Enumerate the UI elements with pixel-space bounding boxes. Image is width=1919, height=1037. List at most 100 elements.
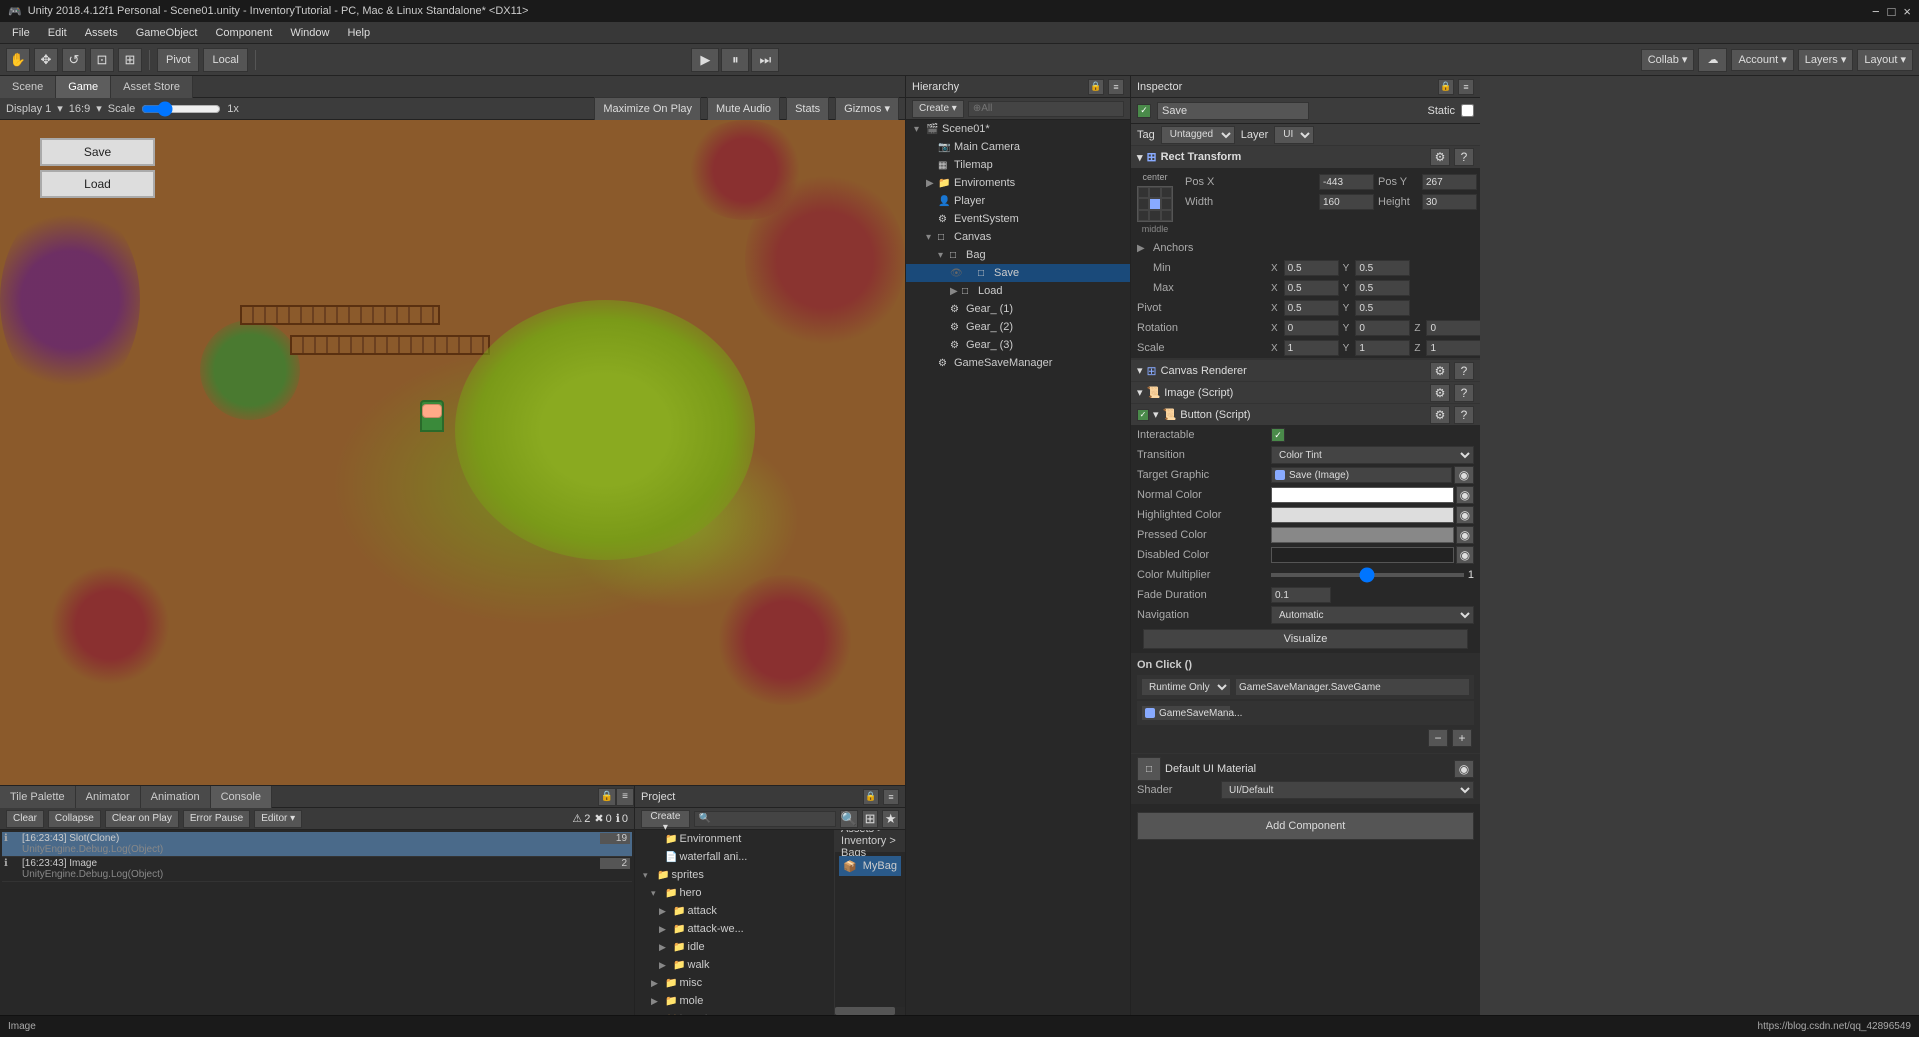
proj-item-walk[interactable]: ▶ 📁 walk [635,956,834,974]
proj-item-hero[interactable]: ▾ 📁 hero [635,884,834,902]
disabled-color-picker[interactable]: ◉ [1456,546,1474,564]
clear-btn[interactable]: Clear [6,810,44,828]
menu-window[interactable]: Window [282,25,337,41]
rotate-tool-btn[interactable]: ↺ [62,48,86,72]
layer-dropdown[interactable]: UI [1274,126,1314,144]
scale-tool-btn[interactable]: ⊡ [90,48,114,72]
anchor-max-y[interactable]: 0.5 [1355,280,1410,296]
hier-player[interactable]: 👤 Player [906,192,1130,210]
image-script-settings[interactable]: ⚙ [1430,384,1450,402]
hier-save[interactable]: 👁 □ Save [906,264,1130,282]
tab-animation[interactable]: Animation [141,786,211,808]
hier-gamesavemanager[interactable]: ⚙ GameSaveManager [906,354,1130,372]
tab-tile-palette[interactable]: Tile Palette [0,786,76,808]
disabled-color-swatch[interactable] [1271,547,1454,563]
hier-gear1[interactable]: ⚙ Gear_ (1) [906,300,1130,318]
pressed-color-picker[interactable]: ◉ [1456,526,1474,544]
play-button[interactable]: ▶ [691,48,719,72]
move-tool-btn[interactable]: ✥ [34,48,58,72]
interactable-checkbox[interactable]: ✓ [1271,428,1285,442]
inspector-lock-btn[interactable]: 🔒 [1438,79,1454,95]
rt-posy[interactable]: 267 [1422,174,1477,190]
project-search-icon-btn[interactable]: 🔍 [840,810,858,828]
menu-edit[interactable]: Edit [40,25,75,41]
canvas-renderer-header[interactable]: ▾ ⊞ Canvas Renderer ⚙ ? [1131,359,1480,381]
target-graphic-select[interactable]: ◉ [1454,466,1474,484]
hier-enviroments[interactable]: ▶ 📁 Enviroments [906,174,1130,192]
layers-dropdown[interactable]: Layers ▾ [1798,49,1854,71]
minimize-btn[interactable]: − [1872,4,1880,19]
rt-width[interactable]: 160 [1319,194,1374,210]
rot-y[interactable]: 0 [1355,320,1410,336]
hier-load[interactable]: ▶ □ Load [906,282,1130,300]
tab-animator[interactable]: Animator [76,786,141,808]
proj-item-env[interactable]: 📁 Environment [635,830,834,848]
navigation-dropdown[interactable]: Automatic [1271,606,1474,624]
proj-item-treant[interactable]: ▶ 📁 treant [635,1010,834,1015]
error-pause-btn[interactable]: Error Pause [183,810,250,828]
object-name-input[interactable]: Save [1157,102,1309,120]
collapse-btn[interactable]: Collapse [48,810,101,828]
hierarchy-create-btn[interactable]: Create ▾ [912,100,964,118]
project-filter-btn[interactable]: ⊞ [862,810,879,828]
menu-gameobject[interactable]: GameObject [128,25,206,41]
hierarchy-lock-btn[interactable]: 🔒 [1088,79,1104,95]
pivot-btn[interactable]: Pivot [157,48,199,72]
mute-audio-btn[interactable]: Mute Audio [707,97,780,121]
proj-item-sprites[interactable]: ▾ 📁 sprites [635,866,834,884]
color-multiplier-slider[interactable] [1271,573,1464,577]
layout-dropdown[interactable]: Layout ▾ [1857,49,1913,71]
pivot-y[interactable]: 0.5 [1355,300,1410,316]
local-btn[interactable]: Local [203,48,247,72]
project-star-btn[interactable]: ★ [882,810,899,828]
scale-y[interactable]: 1 [1355,340,1410,356]
game-save-button[interactable]: Save [40,138,155,166]
scale-x[interactable]: 1 [1284,340,1339,356]
menu-file[interactable]: File [4,25,38,41]
rt-height[interactable]: 30 [1422,194,1477,210]
highlighted-color-swatch[interactable] [1271,507,1454,523]
anchor-preset-grid[interactable] [1137,186,1173,222]
on-click-add-btn[interactable]: + [1452,729,1472,747]
anchor-min-x[interactable]: 0.5 [1284,260,1339,276]
target-graphic-field[interactable]: Save (Image) [1271,467,1452,483]
transition-dropdown[interactable]: Color Tint [1271,446,1474,464]
add-component-button[interactable]: Add Component [1137,812,1474,840]
project-lock-btn[interactable]: 🔒 [863,789,879,805]
anchor-min-y[interactable]: 0.5 [1355,260,1410,276]
tab-console[interactable]: Console [211,786,272,808]
title-bar-controls[interactable]: − □ × [1872,4,1911,19]
clear-on-play-btn[interactable]: Clear on Play [105,810,179,828]
scale-slider[interactable] [141,101,221,117]
account-dropdown[interactable]: Account ▾ [1731,49,1793,71]
gizmos-btn[interactable]: Gizmos ▾ [835,97,899,121]
proj-item-attack-we[interactable]: ▶ 📁 attack-we... [635,920,834,938]
menu-help[interactable]: Help [339,25,378,41]
button-script-help[interactable]: ? [1454,406,1474,424]
function-field[interactable]: GameSaveManager.SaveGame [1235,678,1470,696]
pressed-color-swatch[interactable] [1271,527,1454,543]
hier-bag[interactable]: ▾ □ Bag [906,246,1130,264]
normal-color-picker[interactable]: ◉ [1456,486,1474,504]
editor-dropdown-btn[interactable]: Editor ▾ [254,810,302,828]
project-create-btn[interactable]: Create ▾ [641,810,690,828]
hier-gear2[interactable]: ⚙ Gear_ (2) [906,318,1130,336]
console-entry-2[interactable]: ℹ [16:23:43] Image UnityEngine.Debug.Log… [2,857,632,882]
project-scrollbar[interactable] [835,1007,905,1015]
rt-help-btn[interactable]: ? [1454,148,1474,166]
cloud-btn[interactable]: ☁ [1698,48,1727,72]
material-select-btn[interactable]: ◉ [1454,760,1474,778]
object-enabled-checkbox[interactable]: ✓ [1137,104,1151,118]
hier-main-camera[interactable]: 📷 Main Camera [906,138,1130,156]
hier-gear3[interactable]: ⚙ Gear_ (3) [906,336,1130,354]
maximize-btn[interactable]: □ [1888,4,1896,19]
proj-item-attack[interactable]: ▶ 📁 attack [635,902,834,920]
on-click-remove-btn[interactable]: − [1428,729,1448,747]
tab-game[interactable]: Game [56,76,111,98]
inspector-menu-btn[interactable]: ≡ [1458,79,1474,95]
static-checkbox[interactable] [1461,104,1474,117]
collab-dropdown[interactable]: Collab ▾ [1641,49,1695,71]
hier-scene01[interactable]: ▾ 🎬 Scene01* [906,120,1130,138]
console-lock-btn[interactable]: 🔒 [598,788,616,806]
hierarchy-search-input[interactable] [968,101,1124,117]
